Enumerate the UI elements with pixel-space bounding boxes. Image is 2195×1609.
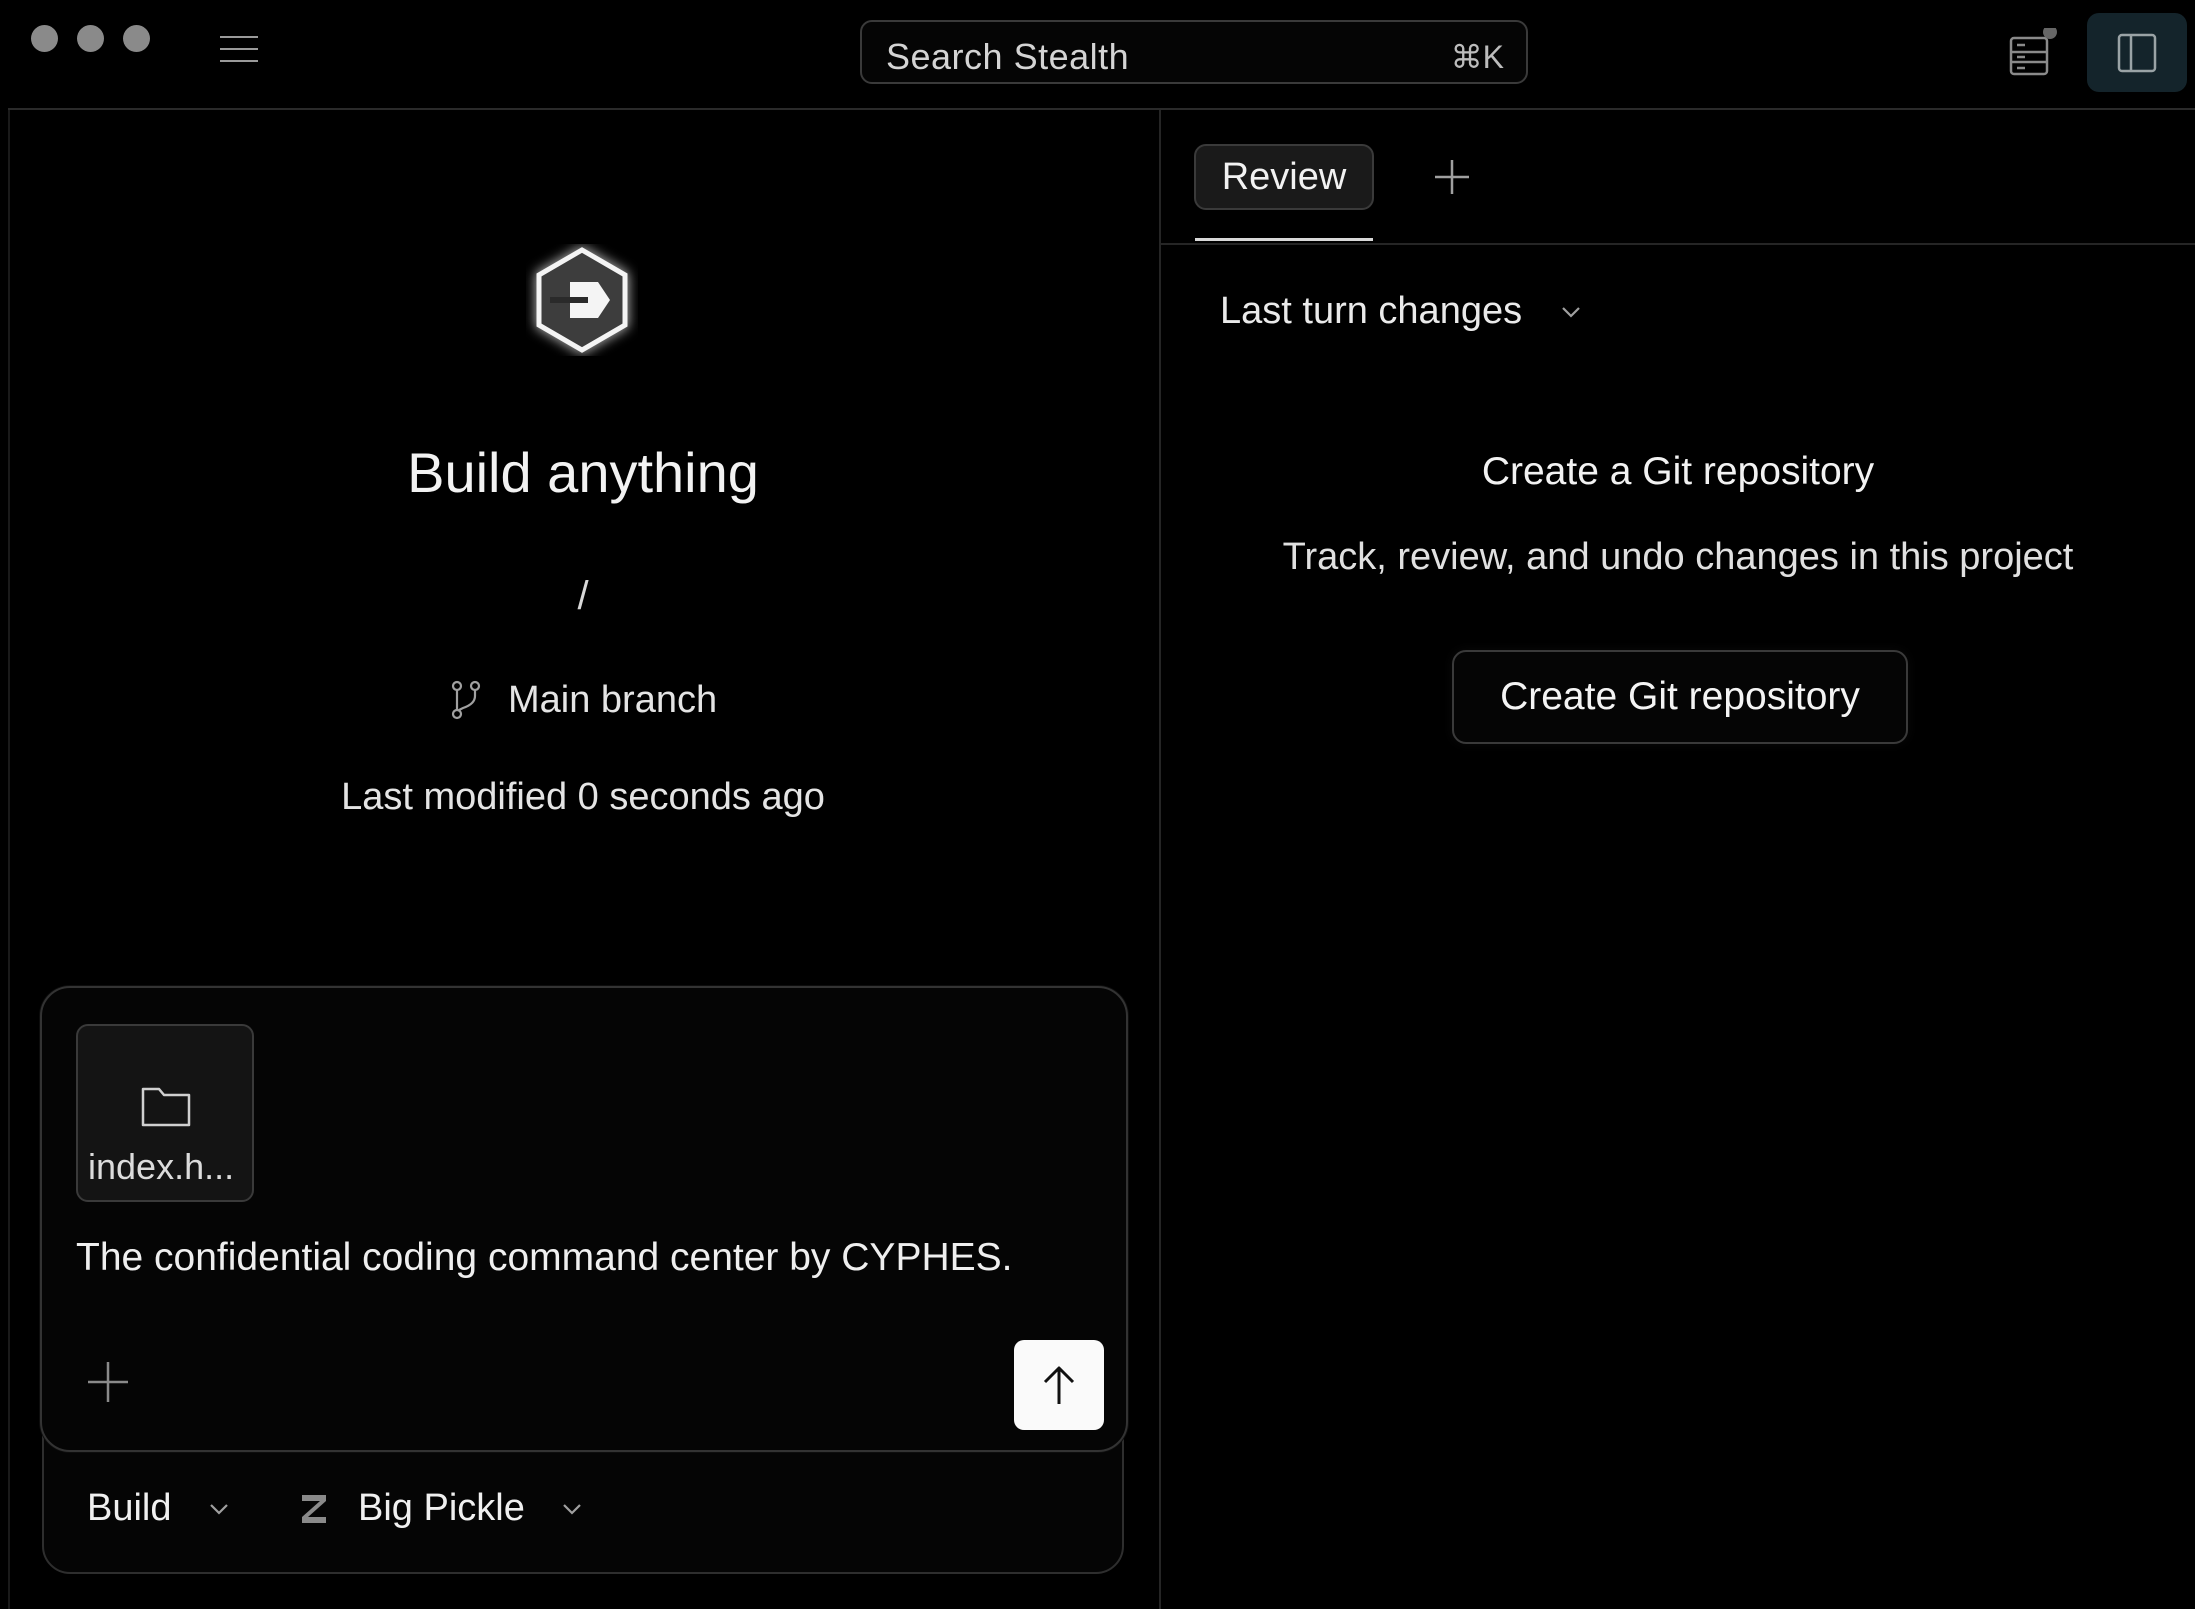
sidebar-panel-toggle-button[interactable] bbox=[2087, 13, 2187, 92]
composer-box[interactable]: index.h... The confidential coding comma… bbox=[40, 986, 1128, 1452]
chevron-down-icon bbox=[563, 1503, 581, 1515]
hamburger-menu-icon[interactable] bbox=[220, 36, 258, 66]
plus-icon bbox=[1435, 160, 1469, 194]
app-window: Search Stealth ⌘K Build anything / Main … bbox=[0, 0, 2195, 1609]
prompt-input[interactable]: The confidential coding command center b… bbox=[76, 1236, 1012, 1280]
chevron-down-icon bbox=[1562, 306, 1580, 318]
title-bar: Search Stealth ⌘K bbox=[8, 0, 2195, 110]
pane-divider[interactable] bbox=[1159, 110, 1161, 1609]
tab-review[interactable]: Review bbox=[1194, 144, 1374, 210]
search-shortcut-hint: ⌘K bbox=[1450, 39, 1504, 75]
mode-label: Build bbox=[87, 1487, 172, 1529]
add-attachment-button[interactable] bbox=[86, 1360, 130, 1404]
window-minimize-button[interactable] bbox=[77, 25, 104, 52]
attachment-name: index.h... bbox=[88, 1146, 235, 1187]
branch-name: Main branch bbox=[508, 678, 718, 721]
changes-label: Last turn changes bbox=[1220, 290, 1523, 332]
git-empty-description: Track, review, and undo changes in this … bbox=[1282, 536, 2074, 578]
window-zoom-button[interactable] bbox=[123, 25, 150, 52]
git-branch-icon bbox=[451, 680, 481, 720]
sidebar-panel-icon bbox=[2117, 33, 2157, 73]
page-title: Build anything bbox=[407, 441, 759, 504]
search-placeholder: Search Stealth bbox=[886, 36, 1130, 77]
git-empty-title: Create a Git repository bbox=[1481, 450, 1875, 493]
last-modified-text: Last modified 0 seconds ago bbox=[341, 776, 825, 818]
mode-selector[interactable]: Build bbox=[87, 1487, 230, 1530]
project-path: / bbox=[577, 574, 589, 618]
create-git-repository-button[interactable]: Create Git repository bbox=[1452, 650, 1908, 744]
active-tab-indicator bbox=[1195, 238, 1373, 241]
arrow-up-icon bbox=[1043, 1366, 1075, 1404]
folder-icon bbox=[141, 1087, 191, 1127]
chevron-down-icon bbox=[209, 1503, 228, 1515]
model-selector[interactable]: Big Pickle bbox=[298, 1487, 583, 1530]
tabs-divider bbox=[1161, 243, 2195, 245]
window-close-button[interactable] bbox=[31, 25, 58, 52]
model-z-icon bbox=[302, 1494, 326, 1523]
search-bar[interactable]: Search Stealth ⌘K bbox=[860, 20, 1528, 84]
add-tab-button[interactable] bbox=[1433, 158, 1471, 196]
send-button[interactable] bbox=[1014, 1340, 1104, 1430]
attachment-card[interactable]: index.h... bbox=[76, 1024, 254, 1202]
branch-indicator: Main branch bbox=[448, 675, 717, 725]
hexagon-arrow-logo bbox=[526, 244, 638, 356]
model-label: Big Pickle bbox=[358, 1487, 525, 1529]
layout-icon[interactable] bbox=[2003, 25, 2059, 84]
plus-icon bbox=[88, 1362, 128, 1402]
changes-dropdown[interactable]: Last turn changes bbox=[1220, 290, 1582, 333]
